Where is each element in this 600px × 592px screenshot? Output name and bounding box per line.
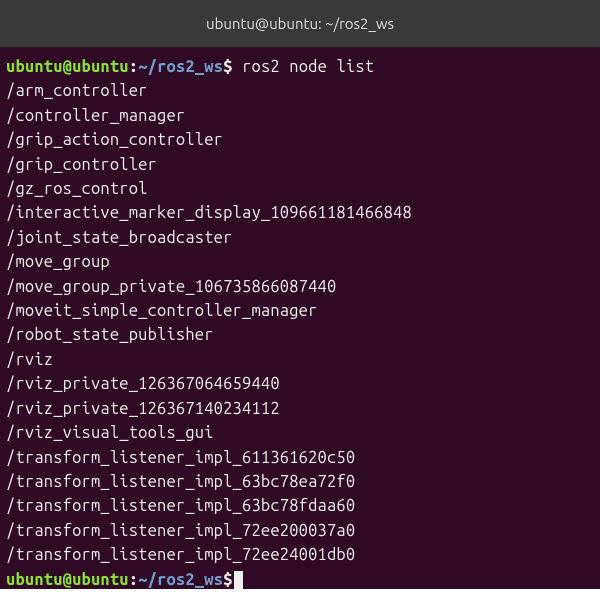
cursor xyxy=(234,571,243,589)
terminal-window: ubuntu@ubuntu: ~/ros2_ws ubuntu@ubuntu:~… xyxy=(0,0,600,589)
output-line: /rviz xyxy=(6,348,594,372)
output-line: /move_group xyxy=(6,250,594,274)
output-line: /transform_listener_impl_63bc78fdaa60 xyxy=(6,494,594,518)
output-line: /transform_listener_impl_72ee200037a0 xyxy=(6,519,594,543)
output-line: /grip_controller xyxy=(6,153,594,177)
prompt-user-host: ubuntu@ubuntu xyxy=(6,571,129,589)
output-line: /arm_controller xyxy=(6,79,594,103)
output-line: /move_group_private_106735866087440 xyxy=(6,275,594,299)
prompt-line: ubuntu@ubuntu:~/ros2_ws$ xyxy=(6,568,594,592)
output-line: /grip_action_controller xyxy=(6,128,594,152)
command-line: ubuntu@ubuntu:~/ros2_ws$ ros2 node list xyxy=(6,55,594,79)
prompt-user-host: ubuntu@ubuntu xyxy=(6,58,129,76)
output-line: /gz_ros_control xyxy=(6,177,594,201)
output-line: /rviz_private_126367140234112 xyxy=(6,397,594,421)
output-line: /interactive_marker_display_109661181466… xyxy=(6,201,594,225)
output-line: /rviz_private_126367064659440 xyxy=(6,372,594,396)
output-line: /transform_listener_impl_63bc78ea72f0 xyxy=(6,470,594,494)
prompt-dollar: $ xyxy=(223,571,232,589)
command-output: /arm_controller/controller_manager/grip_… xyxy=(6,79,594,567)
output-line: /robot_state_publisher xyxy=(6,323,594,347)
prompt-colon: : xyxy=(129,571,138,589)
window-title: ubuntu@ubuntu: ~/ros2_ws xyxy=(206,15,394,32)
prompt-dollar: $ xyxy=(223,58,232,76)
prompt-path: ~/ros2_ws xyxy=(138,58,223,76)
command-text: ros2 node list xyxy=(233,58,375,76)
output-line: /moveit_simple_controller_manager xyxy=(6,299,594,323)
output-line: /transform_listener_impl_611361620c50 xyxy=(6,446,594,470)
output-line: /transform_listener_impl_72ee24001db0 xyxy=(6,543,594,567)
output-line: /controller_manager xyxy=(6,104,594,128)
output-line: /rviz_visual_tools_gui xyxy=(6,421,594,445)
terminal-body[interactable]: ubuntu@ubuntu:~/ros2_ws$ ros2 node list … xyxy=(0,47,600,589)
prompt-colon: : xyxy=(129,58,138,76)
output-line: /joint_state_broadcaster xyxy=(6,226,594,250)
window-titlebar[interactable]: ubuntu@ubuntu: ~/ros2_ws xyxy=(0,0,600,47)
prompt-path: ~/ros2_ws xyxy=(138,571,223,589)
